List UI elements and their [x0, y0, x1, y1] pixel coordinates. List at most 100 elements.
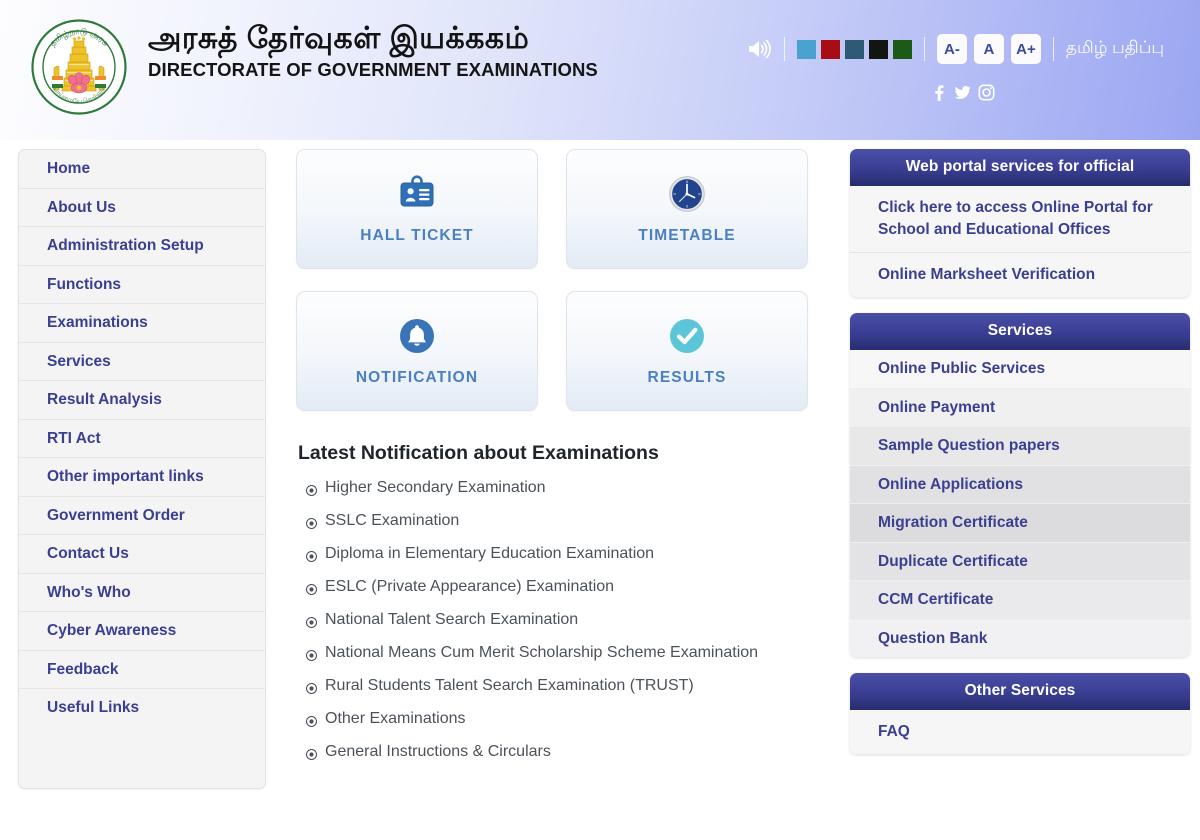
- sidebar-item-useful-links[interactable]: Useful Links: [19, 689, 265, 727]
- notification-item[interactable]: National Means Cum Merit Scholarship Sch…: [296, 636, 836, 669]
- service-item-question-bank[interactable]: Question Bank: [850, 619, 1190, 657]
- web-portal-link-marksheet-verification[interactable]: Online Marksheet Verification: [850, 253, 1190, 297]
- notification-label: Diploma in Elementary Education Examinat…: [325, 545, 655, 562]
- notification-label: Other Examinations: [325, 710, 466, 727]
- notification-item[interactable]: Higher Secondary Examination: [296, 471, 836, 504]
- sidebar-item-administration-setup[interactable]: Administration Setup: [19, 227, 265, 266]
- tile-label-notification: NOTIFICATION: [355, 368, 479, 386]
- id-badge-icon: [397, 174, 437, 214]
- tile-notification[interactable]: NOTIFICATION: [296, 291, 538, 411]
- swatch-dark-green[interactable]: [892, 39, 912, 59]
- notification-item[interactable]: SSLC Examination: [296, 504, 836, 537]
- notification-label: Rural Students Talent Search Examination…: [325, 677, 694, 694]
- tile-results[interactable]: RESULTS: [566, 291, 808, 411]
- font-increase-button[interactable]: A+: [1010, 34, 1041, 64]
- sidebar-item-government-order[interactable]: Government Order: [19, 497, 265, 535]
- swatch-dark-red[interactable]: [820, 39, 840, 59]
- right-sidebar: Web portal services for official Click h…: [850, 149, 1190, 840]
- web-portal-links: Click here to access Online Portal for S…: [850, 186, 1190, 297]
- target-bullet-icon: [305, 714, 318, 728]
- services-heading: Services: [850, 313, 1190, 350]
- notification-item[interactable]: Diploma in Elementary Education Examinat…: [296, 537, 836, 570]
- quick-action-tiles: HALL TICKET TIMETABLE NOTIFICATION RESUL…: [296, 149, 836, 411]
- instagram-icon[interactable]: [978, 84, 995, 101]
- services-panel: Services Online Public Services Online P…: [850, 313, 1190, 657]
- page-body: Home About Us Administration Setup Funct…: [0, 140, 1200, 840]
- service-item-ccm-certificate[interactable]: CCM Certificate: [850, 581, 1190, 620]
- notifications-heading: Latest Notification about Examinations: [298, 442, 659, 464]
- site-title-tamil: அரசுத் தேர்வுகள் இயக்ககம்: [148, 22, 530, 55]
- swatch-black[interactable]: [868, 39, 888, 59]
- sidebar-item-contact-us[interactable]: Contact Us: [19, 535, 265, 574]
- site-title-block: அரசுத் தேர்வுகள் இயக்ககம் DIRECTORATE OF…: [148, 22, 598, 81]
- service-item-migration-certificate[interactable]: Migration Certificate: [850, 504, 1190, 543]
- service-item-sample-question-papers[interactable]: Sample Question papers: [850, 427, 1190, 466]
- sidebar-item-examinations[interactable]: Examinations: [19, 304, 265, 343]
- sidebar-item-feedback[interactable]: Feedback: [19, 651, 265, 689]
- clock-icon: [668, 174, 706, 214]
- sidebar-item-result-analysis[interactable]: Result Analysis: [19, 381, 265, 420]
- notification-item[interactable]: Other Examinations: [296, 702, 836, 735]
- site-title-english: DIRECTORATE OF GOVERNMENT EXAMINATIONS: [148, 58, 598, 80]
- service-item-online-applications[interactable]: Online Applications: [850, 465, 1190, 504]
- font-size-controls: A- A A+: [936, 34, 1041, 64]
- toolbar-divider: [923, 37, 925, 61]
- service-item-online-public-services[interactable]: Online Public Services: [850, 350, 1190, 389]
- notification-label: ESLC (Private Appearance) Examination: [325, 578, 615, 595]
- target-bullet-icon: [305, 549, 318, 563]
- other-services-links: FAQ: [850, 710, 1190, 754]
- sidebar-item-rti-act[interactable]: RTI Act: [19, 420, 265, 458]
- target-bullet-icon: [305, 615, 318, 629]
- sidebar-item-functions[interactable]: Functions: [19, 266, 265, 304]
- tile-label-timetable: TIMETABLE: [638, 226, 736, 244]
- sidebar-item-services[interactable]: Services: [19, 343, 265, 381]
- tile-label-hall-ticket: HALL TICKET: [360, 226, 474, 244]
- sidebar-item-home[interactable]: Home: [19, 150, 265, 189]
- other-service-item-faq[interactable]: FAQ: [850, 710, 1190, 754]
- other-services-heading: Other Services: [850, 673, 1190, 710]
- swatch-light-blue[interactable]: [796, 39, 816, 59]
- notification-item[interactable]: General Instructions & Circulars: [296, 735, 836, 768]
- target-bullet-icon: [305, 483, 318, 497]
- notification-item[interactable]: Rural Students Talent Search Examination…: [296, 669, 836, 702]
- sidebar-item-about-us[interactable]: About Us: [19, 189, 265, 227]
- notification-item[interactable]: National Talent Search Examination: [296, 603, 836, 636]
- notification-label: National Talent Search Examination: [325, 611, 579, 628]
- target-bullet-icon: [305, 582, 318, 596]
- font-decrease-button[interactable]: A-: [936, 34, 967, 64]
- target-bullet-icon: [305, 747, 318, 761]
- accessibility-toolbar: A- A A+ தமிழ் பதிப்பு: [746, 34, 1164, 64]
- check-circle-icon: [668, 316, 706, 356]
- facebook-icon[interactable]: [930, 84, 947, 101]
- sidebar-item-other-important-links[interactable]: Other important links: [19, 458, 265, 497]
- sidebar-item-cyber-awareness[interactable]: Cyber Awareness: [19, 612, 265, 651]
- site-header: தமிழ்நாடு அரசு வாய்மையே வெல்லும் அரசுத் …: [0, 0, 1200, 140]
- sidebar-item-whos-who[interactable]: Who's Who: [19, 574, 265, 612]
- social-links: [930, 84, 995, 101]
- target-bullet-icon: [305, 516, 318, 530]
- service-item-duplicate-certificate[interactable]: Duplicate Certificate: [850, 542, 1190, 581]
- tamil-version-link[interactable]: தமிழ் பதிப்பு: [1066, 38, 1164, 60]
- notification-item[interactable]: ESLC (Private Appearance) Examination: [296, 570, 836, 603]
- service-item-online-payment[interactable]: Online Payment: [850, 388, 1190, 427]
- services-links: Online Public Services Online Payment Sa…: [850, 350, 1190, 657]
- twitter-icon[interactable]: [954, 84, 971, 101]
- swatch-steel-blue[interactable]: [844, 39, 864, 59]
- font-reset-button[interactable]: A: [973, 34, 1004, 64]
- web-portal-panel: Web portal services for official Click h…: [850, 149, 1190, 297]
- notification-label: General Instructions & Circulars: [325, 743, 551, 760]
- notifications-list: Higher Secondary Examination SSLC Examin…: [296, 471, 836, 768]
- notification-label: Higher Secondary Examination: [325, 479, 546, 496]
- tile-timetable[interactable]: TIMETABLE: [566, 149, 808, 269]
- notification-label: SSLC Examination: [325, 512, 460, 529]
- toolbar-divider: [1052, 37, 1054, 61]
- target-bullet-icon: [305, 648, 318, 662]
- tile-hall-ticket[interactable]: HALL TICKET: [296, 149, 538, 269]
- sidebar-nav: Home About Us Administration Setup Funct…: [18, 149, 266, 789]
- speaker-icon[interactable]: [746, 37, 772, 61]
- web-portal-heading: Web portal services for official: [850, 149, 1190, 186]
- notification-label: National Means Cum Merit Scholarship Sch…: [325, 644, 759, 661]
- main-content: HALL TICKET TIMETABLE NOTIFICATION RESUL…: [266, 149, 850, 840]
- toolbar-divider: [783, 37, 785, 61]
- web-portal-link-online-portal[interactable]: Click here to access Online Portal for S…: [850, 186, 1190, 253]
